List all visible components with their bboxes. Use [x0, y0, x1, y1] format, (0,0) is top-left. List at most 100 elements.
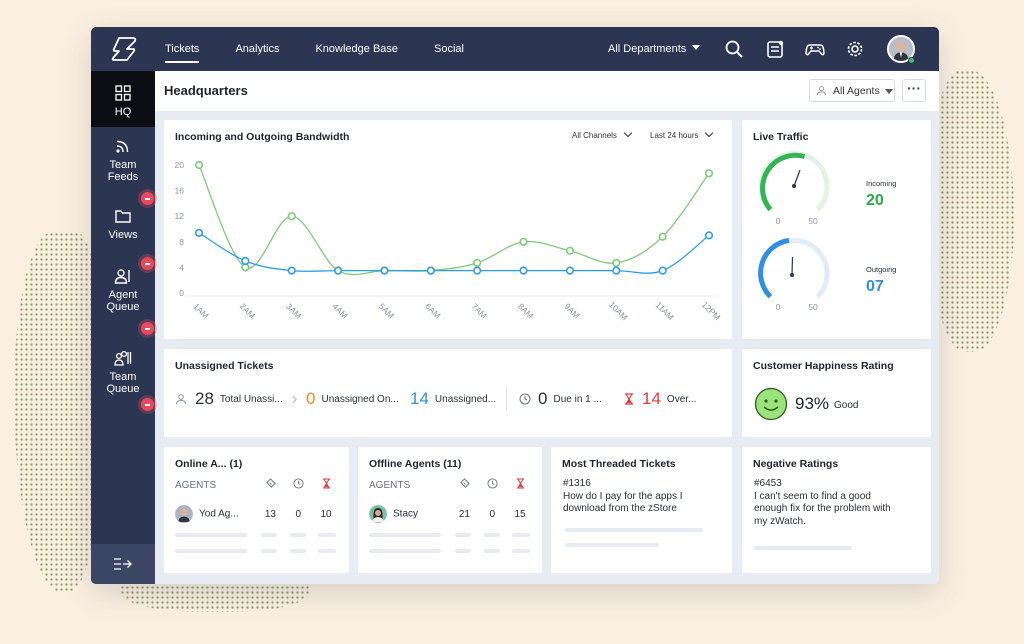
online-status-dot [908, 57, 915, 64]
team-queue-icon [114, 350, 132, 366]
stat-total-unassigned[interactable]: 28 Total Unassi... [175, 389, 298, 409]
placeholder-bar [318, 533, 336, 537]
unassigned-offline-label: Unassigned... [434, 393, 497, 405]
tab-social[interactable]: Social [424, 27, 474, 71]
sidebar-item-label: Queue [106, 383, 140, 395]
ticket-comment: I can't seem to find a good enough fix f… [754, 490, 891, 527]
agents-table-header: AGENTS [369, 478, 534, 492]
x-tick-label: 4AM [330, 301, 349, 320]
x-tick-label: 12PM [700, 299, 723, 322]
placeholder-bar [175, 549, 247, 553]
offline-agents-table: AGENTS Stacy 21 0 15 [369, 478, 534, 524]
live-traffic-card: Live Traffic 0 50 0 50 Incoming 20 Outgo… [742, 120, 931, 339]
incoming-gauge-needle [793, 169, 801, 187]
tab-tickets[interactable]: Tickets [155, 27, 209, 71]
x-tick-label: 10AM [607, 299, 630, 322]
gamepad-icon[interactable] [805, 39, 825, 59]
stat-unassigned-online[interactable]: 0 Unassigned On... [306, 389, 399, 409]
search-icon[interactable] [724, 39, 744, 59]
sidebar-item-team-queue[interactable]: Team Queue [91, 349, 155, 395]
incoming-gauge-hub [792, 184, 796, 188]
caret-down-icon [692, 45, 701, 54]
department-selector[interactable]: All Departments [608, 27, 701, 71]
agent-avatar [175, 505, 193, 523]
stat-unassigned-offline[interactable]: 14 Unassigned... [410, 389, 496, 409]
tab-analytics[interactable]: Analytics [225, 27, 289, 71]
grid-icon [115, 85, 131, 101]
app-logo-icon[interactable] [109, 35, 139, 63]
more-options-button[interactable]: ··· [902, 79, 926, 102]
data-point [194, 228, 204, 237]
hourglass-icon [322, 478, 330, 489]
outgoing-value: 07 [866, 278, 884, 295]
bandwidth-card: Incoming and Outgoing Bandwidth All Chan… [164, 120, 732, 339]
sidebar-item-team-feeds[interactable]: Team Feeds [91, 137, 155, 183]
y-tick-label: 8 [179, 237, 184, 247]
most-threaded-title: Most Threaded Tickets [562, 458, 676, 470]
tab-knowledge-base[interactable]: Knowledge Base [305, 27, 408, 71]
ellipsis-icon: ··· [907, 80, 921, 96]
incoming-label: Incoming [866, 179, 897, 188]
data-point [287, 266, 296, 275]
ticket-column-icon [257, 478, 285, 492]
sidebar-item-views[interactable]: Views [91, 207, 155, 241]
agents-table-header: AGENTS [175, 478, 340, 492]
placeholder-bar [512, 533, 530, 537]
stat-overdue[interactable]: 14 Over... [624, 389, 696, 409]
placeholder-bar [754, 546, 852, 550]
table-row[interactable]: Yod Ag... 13 0 10 [175, 504, 340, 524]
agents-filter-label: All Agents [833, 84, 880, 97]
agent-name-cell: Stacy [369, 505, 451, 523]
placeholder-bar [261, 549, 277, 553]
hourglass-icon [625, 393, 633, 405]
unassigned-tickets-card[interactable]: Unassigned Tickets 28 Total Unassi... 0 … [164, 349, 732, 437]
threaded-ticket[interactable]: #1316 How do I pay for the apps I downlo… [563, 478, 723, 516]
sidebar-item-label: Team [109, 159, 137, 171]
top-navigation-bar: Tickets Analytics Knowledge Base Social … [91, 27, 939, 71]
outgoing-max-label: 50 [808, 302, 818, 312]
time-column-icon [478, 478, 506, 492]
x-tick-label: 3AM [284, 301, 303, 320]
placeholder-bar [455, 549, 471, 553]
negative-rating-ticket[interactable]: #6453 I can't seem to find a good enough… [754, 478, 906, 528]
agent-overdue-count: 10 [320, 508, 332, 520]
sidebar-item-agent-queue[interactable]: Agent Queue [91, 267, 155, 313]
placeholder-bar [369, 549, 441, 553]
offline-agents-card[interactable]: Offline Agents (11) AGENTS Stacy 21 0 15 [358, 447, 542, 573]
data-point [658, 266, 667, 275]
agent-name: Yod Ag... [199, 508, 239, 520]
notes-icon[interactable] [765, 39, 785, 59]
online-agents-card[interactable]: Online A... (1) AGENTS Yod Ag... 13 0 10 [164, 447, 349, 573]
main-content: Headquarters All Agents ··· Incoming and… [155, 71, 939, 584]
user-icon [816, 86, 827, 96]
ticket-id: #1316 [563, 478, 591, 489]
y-tick-label: 20 [175, 160, 185, 170]
agents-filter-dropdown[interactable]: All Agents [809, 79, 895, 102]
placeholder-bar [512, 549, 530, 553]
sidebar-item-label: Agent [108, 289, 138, 301]
ticket-icon [460, 478, 470, 488]
incoming-value: 20 [866, 192, 884, 209]
unassigned-title: Unassigned Tickets [175, 360, 274, 372]
y-tick-label: 0 [179, 288, 184, 298]
agent-tickets-count: 21 [458, 508, 470, 520]
x-tick-label: 6AM [423, 301, 442, 320]
table-row[interactable]: Stacy 21 0 15 [369, 504, 534, 524]
negative-ratings-card[interactable]: Negative Ratings #6453 I can't seem to f… [742, 447, 931, 573]
series-line-2 [198, 232, 710, 274]
agents-column-header: AGENTS [175, 479, 217, 491]
time-column-icon [284, 478, 312, 492]
gear-icon[interactable] [845, 39, 865, 59]
collapse-sidebar-button[interactable] [91, 544, 155, 584]
clock-icon [487, 478, 498, 489]
data-point [658, 232, 667, 241]
happiness-rating-card[interactable]: Customer Happiness Rating 93% Good [742, 349, 931, 437]
stat-due-soon[interactable]: 0 Due in 1 ... [519, 389, 602, 409]
outgoing-gauge-arc [758, 237, 790, 299]
most-threaded-tickets-card[interactable]: Most Threaded Tickets #1316 How do I pay… [551, 447, 732, 573]
bandwidth-line-chart: 0 4 8 12 16 20 1AM 2AM 3AM 4AM 5AM 6AM 7AM 8AM 9AM 10AM… [175, 160, 723, 322]
notification-badge [141, 398, 154, 411]
sidebar-item-hq[interactable]: HQ [91, 71, 155, 127]
incoming-min-label: 0 [776, 216, 781, 226]
placeholder-bar [175, 533, 247, 537]
